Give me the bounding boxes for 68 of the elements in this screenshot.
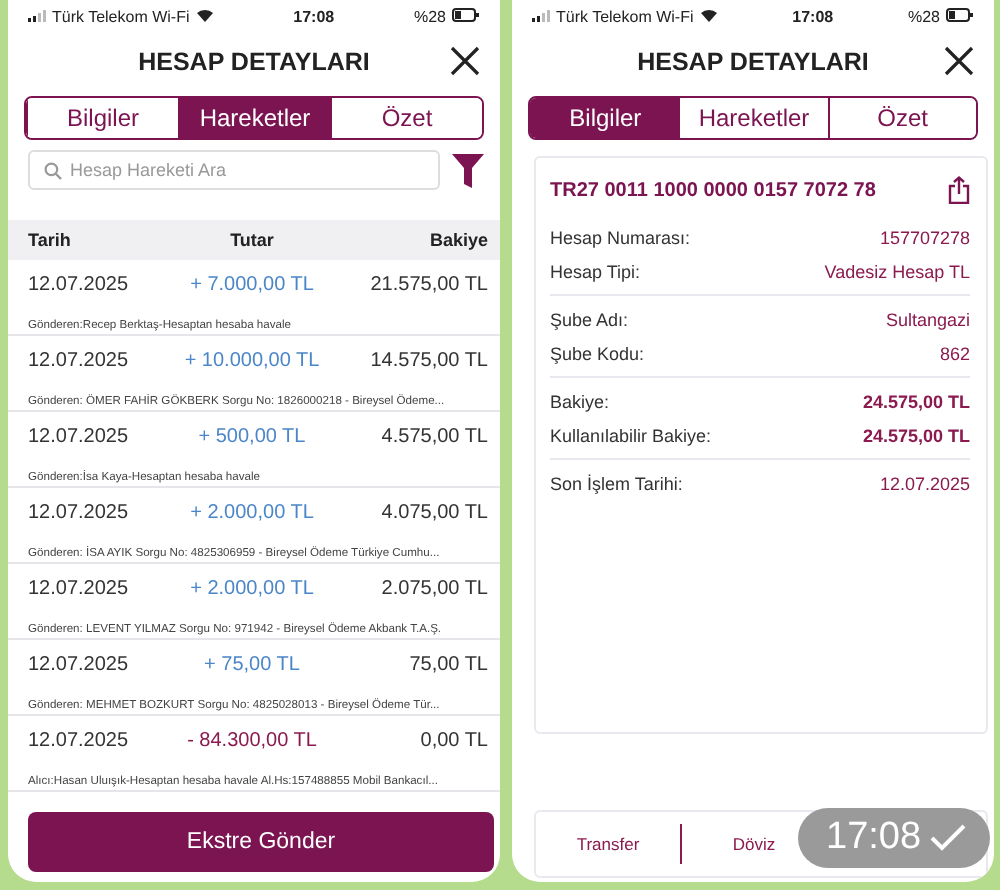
carrier-text: Türk Telekom Wi-Fi	[52, 7, 190, 25]
screen-title: HESAP DETAYLARI	[138, 48, 370, 76]
tab[interactable]: Özet	[330, 98, 482, 138]
field-label: Şube Kodu:	[550, 343, 645, 363]
field-value: 862	[939, 343, 970, 363]
balance-cell-text: 21.575,00 TL	[368, 274, 488, 296]
date-cell-text: 12.07.2025	[28, 578, 131, 600]
wifi-icon	[195, 7, 214, 25]
field-label: Kullanılabilir Bakiye:	[550, 425, 712, 445]
column-header: Tarih	[28, 230, 73, 250]
timestamp-text: 17:08	[826, 816, 922, 860]
field-value: 24.575,00 TL	[862, 425, 970, 445]
balance-cell-text: 14.575,00 TL	[368, 350, 488, 372]
tab[interactable]: Özet	[827, 98, 976, 138]
date-cell-text: 12.07.2025	[28, 426, 131, 448]
tab[interactable]: Hareketler	[178, 98, 330, 138]
share-icon[interactable]	[948, 176, 970, 204]
date-cell-text: 12.07.2025	[28, 730, 131, 752]
date-cell-text: 12.07.2025	[28, 654, 131, 676]
check-icon	[929, 824, 966, 852]
iban-text: TR27 0011 1000 0000 0157 7072 78	[550, 179, 876, 201]
field-label: Şube Adı:	[550, 309, 629, 329]
action-link[interactable]: Döviz	[728, 824, 780, 864]
field-label: Hesap Tipi:	[550, 261, 641, 281]
carrier-text: Türk Telekom Wi-Fi	[556, 7, 694, 25]
field-label: Hesap Numarası:	[550, 227, 691, 247]
field-label: Bakiye:	[550, 391, 610, 411]
close-icon[interactable]	[944, 46, 974, 76]
amount-cell-text: + 2.000,00 TL	[188, 502, 316, 524]
date-cell-text: 12.07.2025	[28, 350, 131, 372]
signal-icon	[28, 7, 46, 25]
amount-cell-text: + 7.000,00 TL	[188, 274, 316, 296]
column-header: Bakiye	[427, 230, 488, 250]
amount-cell-text: - 84.300,00 TL	[185, 730, 319, 752]
wifi-icon	[699, 7, 718, 25]
date-cell-text: 12.07.2025	[28, 502, 131, 524]
column-header: Tutar	[228, 230, 276, 250]
send-statement-button[interactable]: Ekstre Gönder	[28, 812, 494, 872]
battery-icon	[452, 7, 480, 25]
balance-cell-text: 75,00 TL	[407, 654, 488, 676]
status-time: 17:08	[790, 7, 836, 25]
screen-title: HESAP DETAYLARI	[637, 48, 869, 76]
field-label: Son İşlem Tarihi:	[550, 473, 683, 493]
amount-cell: + 10.000,00 TL	[184, 350, 320, 372]
battery-text: %28	[907, 7, 940, 25]
search-icon	[44, 162, 62, 180]
balance-cell-text: 2.075,00 TL	[379, 578, 488, 600]
search-field[interactable]: Hesap Hareketi Ara	[28, 150, 440, 190]
field-value: 24.575,00 TL	[862, 391, 970, 411]
field-value: Sultangazi	[885, 309, 970, 329]
field-value: Vadesiz Hesap TL	[824, 261, 970, 281]
battery-icon	[946, 7, 974, 25]
field-value: 157707278	[879, 227, 970, 247]
balance-cell-text: 4.075,00 TL	[379, 502, 488, 524]
amount-cell-text: + 500,00 TL	[196, 426, 308, 448]
signal-icon	[532, 7, 550, 25]
tab[interactable]: Bilgiler	[530, 98, 679, 138]
status-time: 17:08	[291, 7, 337, 25]
balance-cell-text: 4.575,00 TL	[379, 426, 488, 448]
balance-cell-text: 0,00 TL	[418, 730, 488, 752]
amount-cell-text: + 2.000,00 TL	[188, 578, 316, 600]
date-cell-text: 12.07.2025	[28, 274, 131, 296]
close-icon[interactable]	[450, 46, 480, 76]
action-link[interactable]: Transfer	[572, 824, 644, 864]
field-value: 12.07.2025	[879, 473, 970, 493]
filter-icon[interactable]	[452, 153, 484, 187]
battery-text: %28	[413, 7, 446, 25]
amount-cell-text: + 75,00 TL	[202, 654, 302, 676]
